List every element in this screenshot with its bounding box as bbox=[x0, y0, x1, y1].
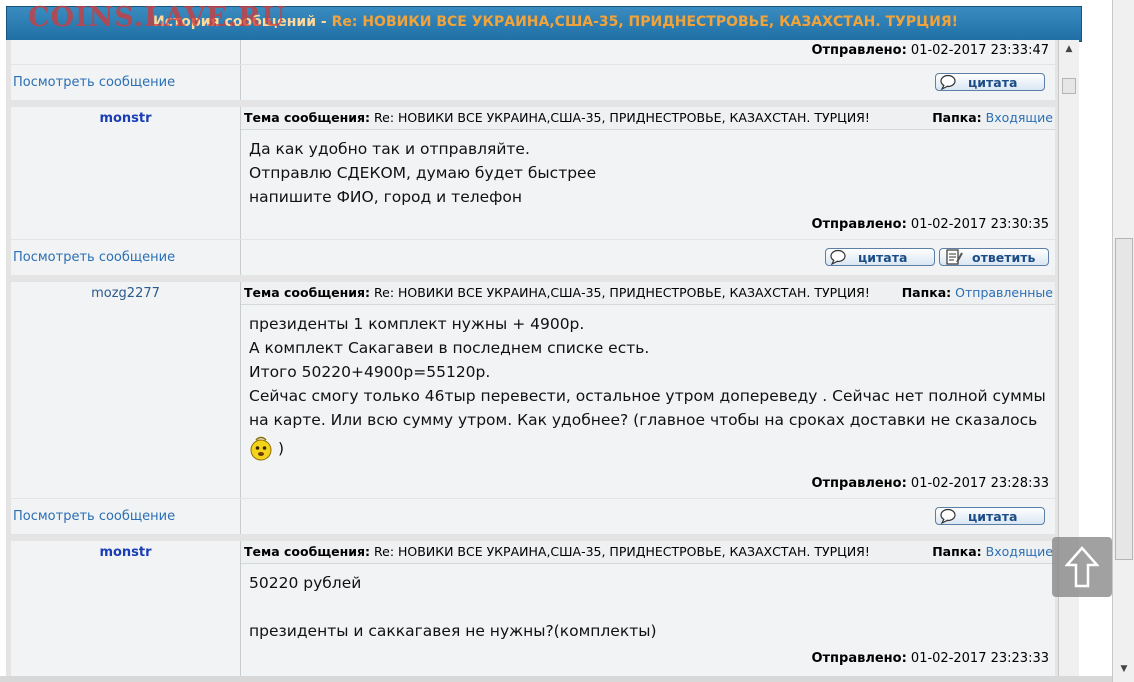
smiley-icon bbox=[250, 436, 272, 461]
quote-button[interactable]: цитата bbox=[825, 248, 935, 266]
message-body: 50220 рублей президенты и саккагавея не … bbox=[249, 574, 657, 640]
message-history: Отправлено: 01-02-2017 23:33:47 Посмотре… bbox=[6, 40, 1058, 676]
author-name[interactable]: monstr bbox=[11, 545, 240, 560]
message-actions-row: Посмотреть сообщение цитата bbox=[11, 499, 1055, 534]
folder-label: Папка: Входящие bbox=[932, 544, 1053, 559]
quote-button[interactable]: цитата bbox=[935, 73, 1045, 91]
message-actions-row: Посмотреть сообщение цитата ответить bbox=[11, 240, 1055, 275]
reply-button[interactable]: ответить bbox=[939, 248, 1049, 266]
quote-button[interactable]: цитата bbox=[935, 507, 1045, 525]
folder-link[interactable]: Входящие bbox=[986, 110, 1053, 125]
message-actions-row: Посмотреть сообщение цитата bbox=[11, 65, 1055, 100]
message-row: monstr Тема сообщения: Re: НОВИКИ ВСЕ УК… bbox=[11, 541, 1055, 676]
view-message-link[interactable]: Посмотреть сообщение bbox=[13, 75, 175, 90]
scroll-to-top-button[interactable] bbox=[1052, 537, 1112, 597]
page-scrollbar[interactable]: ▼ bbox=[1112, 0, 1134, 682]
scroll-down-arrow-icon[interactable]: ▼ bbox=[1113, 664, 1134, 674]
message-row: mozg2277 Тема сообщения: Re: НОВИКИ ВСЕ … bbox=[11, 282, 1055, 498]
document-pencil-icon bbox=[946, 249, 963, 265]
topic-line: Тема сообщения: Re: НОВИКИ ВСЕ УКРАИНА,С… bbox=[241, 541, 1055, 564]
sent-timestamp: Отправлено: 01-02-2017 23:28:33 bbox=[811, 476, 1049, 491]
author-name[interactable]: monstr bbox=[11, 111, 240, 126]
folder-label: Папка: Отправленные bbox=[901, 285, 1053, 300]
view-message-link[interactable]: Посмотреть сообщение bbox=[13, 509, 175, 524]
sent-timestamp: Отправлено: 01-02-2017 23:33:47 bbox=[811, 43, 1049, 58]
message-body: Да как удобно так и отправляйте. Отправл… bbox=[249, 140, 597, 206]
arrow-up-icon bbox=[1065, 546, 1099, 588]
scroll-up-arrow-icon[interactable]: ▲ bbox=[1059, 44, 1079, 54]
message-row: monstr Тема сообщения: Re: НОВИКИ ВСЕ УК… bbox=[11, 107, 1055, 239]
inner-scrollbar-thumb[interactable] bbox=[1062, 78, 1076, 94]
topic-line: Тема сообщения: Re: НОВИКИ ВСЕ УКРАИНА,С… bbox=[241, 282, 1055, 305]
folder-link[interactable]: Отправленные bbox=[955, 285, 1053, 300]
page-scrollbar-thumb[interactable] bbox=[1115, 238, 1133, 560]
watermark: COINS.LAVE.RU bbox=[28, 2, 287, 33]
sent-timestamp: Отправлено: 01-02-2017 23:30:35 bbox=[811, 217, 1049, 232]
topic-line: Тема сообщения: Re: НОВИКИ ВСЕ УКРАИНА,С… bbox=[241, 107, 1055, 130]
bottom-edge bbox=[0, 676, 1112, 682]
folder-label: Папка: Входящие bbox=[932, 110, 1053, 125]
speech-bubble-icon bbox=[940, 508, 956, 524]
message-body: президенты 1 комплект нужны + 4900р. А к… bbox=[249, 312, 1046, 462]
sent-timestamp: Отправлено: 01-02-2017 23:23:33 bbox=[811, 651, 1049, 666]
folder-link[interactable]: Входящие bbox=[986, 544, 1053, 559]
message-row: Отправлено: 01-02-2017 23:33:47 bbox=[11, 40, 1055, 64]
speech-bubble-icon bbox=[830, 249, 846, 265]
view-message-link[interactable]: Посмотреть сообщение bbox=[13, 250, 175, 265]
author-name[interactable]: mozg2277 bbox=[11, 286, 240, 301]
speech-bubble-icon bbox=[940, 74, 956, 90]
